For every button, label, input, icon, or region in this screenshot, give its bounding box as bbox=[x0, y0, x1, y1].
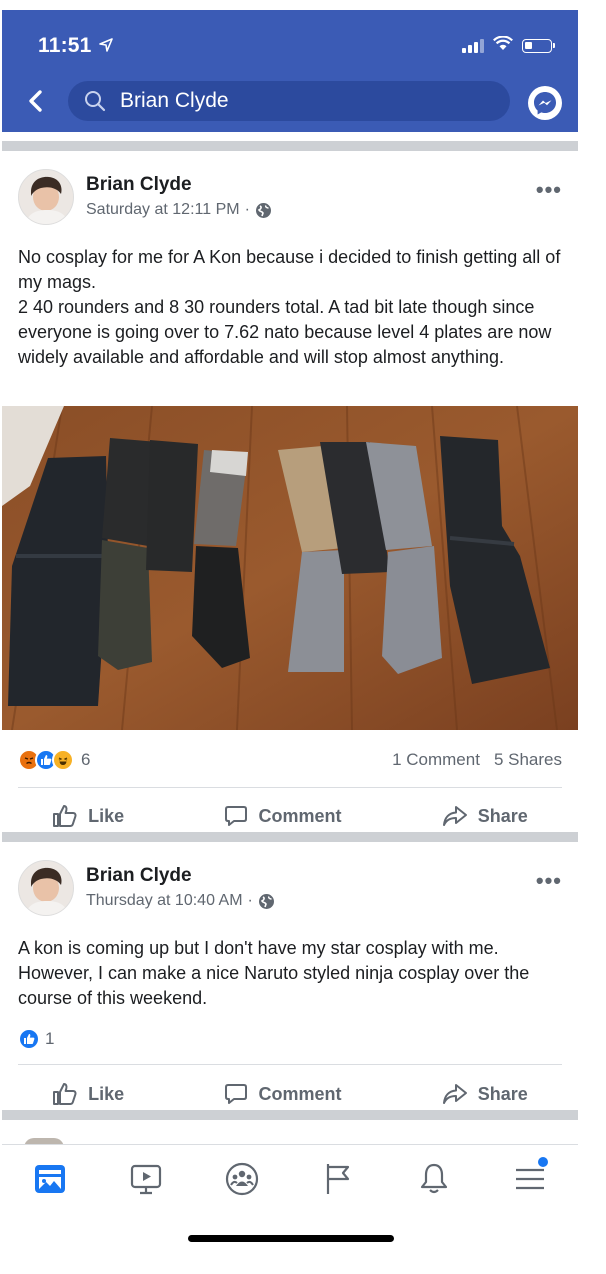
notifications-bell-icon bbox=[420, 1163, 448, 1194]
top-bar: 11:51 Brian Clyde bbox=[2, 10, 578, 132]
share-count-link[interactable]: 5 Shares bbox=[494, 750, 562, 770]
comment-label: Comment bbox=[258, 805, 342, 826]
tab-notifications[interactable] bbox=[410, 1155, 458, 1203]
reaction-icons: 1 bbox=[18, 1028, 54, 1050]
tab-news-feed[interactable] bbox=[26, 1155, 74, 1203]
comment-icon bbox=[225, 806, 248, 826]
reaction-count: 6 bbox=[81, 750, 91, 769]
feed-divider bbox=[2, 141, 578, 151]
engagement-counts: 1 Comment 5 Shares bbox=[392, 750, 562, 770]
tab-menu[interactable] bbox=[506, 1155, 554, 1203]
post-timestamp[interactable]: Thursday at 10:40 AM bbox=[86, 892, 243, 910]
location-arrow-icon bbox=[95, 38, 113, 56]
like-reaction-icon bbox=[18, 1028, 40, 1050]
like-label: Like bbox=[88, 1083, 125, 1104]
post-card: Brian Clyde Saturday at 12:11 PM · ••• N… bbox=[2, 151, 578, 832]
like-button[interactable]: Like bbox=[52, 804, 124, 828]
clock-text: 11:51 bbox=[38, 34, 92, 57]
magazines-and-pouches-photo bbox=[2, 406, 578, 730]
post-options-button[interactable]: ••• bbox=[536, 868, 562, 894]
globe-icon bbox=[255, 202, 271, 218]
pages-flag-icon bbox=[326, 1164, 350, 1194]
share-button[interactable]: Share bbox=[442, 1082, 528, 1106]
tab-pages[interactable] bbox=[314, 1155, 362, 1203]
cell-signal-icon bbox=[462, 39, 484, 53]
post-meta: Thursday at 10:40 AM · bbox=[86, 892, 275, 910]
post-separator bbox=[18, 787, 562, 788]
app-screen: 11:51 Brian Clyde Brian Clyde Saturday a… bbox=[2, 10, 578, 1274]
home-indicator[interactable] bbox=[188, 1235, 394, 1242]
thumbs-up-icon bbox=[53, 1083, 77, 1105]
feed-divider bbox=[2, 832, 578, 842]
post-body: A kon is coming up but I don't have my s… bbox=[18, 936, 564, 1011]
post-photo[interactable] bbox=[2, 406, 578, 730]
share-button[interactable]: Share bbox=[442, 804, 528, 828]
tab-watch[interactable] bbox=[122, 1155, 170, 1203]
share-arrow-icon bbox=[442, 1084, 467, 1104]
avatar[interactable] bbox=[18, 860, 74, 916]
reaction-count: 1 bbox=[45, 1029, 55, 1048]
post-author[interactable]: Brian Clyde bbox=[86, 865, 192, 887]
comment-label: Comment bbox=[258, 1083, 342, 1104]
status-time: 11:51 bbox=[38, 34, 113, 58]
back-button[interactable] bbox=[20, 86, 50, 116]
search-input[interactable]: Brian Clyde bbox=[68, 81, 510, 121]
reactions-summary[interactable]: 1 bbox=[18, 1024, 562, 1054]
meta-separator: · bbox=[247, 892, 253, 909]
post-timestamp[interactable]: Saturday at 12:11 PM bbox=[86, 201, 240, 219]
avatar[interactable] bbox=[18, 169, 74, 225]
reaction-icons: 6 bbox=[18, 749, 90, 771]
post-separator bbox=[18, 1064, 562, 1065]
menu-icon bbox=[516, 1168, 544, 1190]
post-options-button[interactable]: ••• bbox=[536, 177, 562, 203]
chevron-left-icon bbox=[29, 90, 42, 112]
comment-button[interactable]: Comment bbox=[224, 1082, 341, 1106]
like-label: Like bbox=[88, 805, 125, 826]
share-arrow-icon bbox=[442, 806, 467, 826]
wifi-icon bbox=[493, 35, 513, 56]
haha-reaction-icon bbox=[52, 749, 74, 771]
news-feed-icon bbox=[35, 1165, 65, 1193]
messenger-button[interactable] bbox=[528, 86, 562, 120]
share-label: Share bbox=[477, 805, 528, 826]
watch-icon bbox=[130, 1164, 162, 1195]
like-button[interactable]: Like bbox=[52, 1082, 124, 1106]
messenger-icon bbox=[534, 92, 556, 115]
search-query-text: Brian Clyde bbox=[120, 89, 229, 112]
bottom-tab-bar bbox=[2, 1144, 578, 1274]
comment-count-link[interactable]: 1 Comment bbox=[392, 750, 480, 770]
post-body-text: A kon is coming up but I don't have my s… bbox=[18, 938, 535, 1008]
post-meta: Saturday at 12:11 PM · bbox=[86, 201, 272, 219]
feed-divider bbox=[2, 1110, 578, 1120]
post-body: No cosplay for me for A Kon because i de… bbox=[18, 245, 564, 370]
post-author[interactable]: Brian Clyde bbox=[86, 174, 192, 196]
tab-list bbox=[2, 1155, 578, 1203]
meta-separator: · bbox=[244, 201, 250, 218]
reactions-summary[interactable]: 6 1 Comment 5 Shares bbox=[18, 745, 562, 775]
comment-button[interactable]: Comment bbox=[224, 804, 341, 828]
tab-groups[interactable] bbox=[218, 1155, 266, 1203]
status-icons bbox=[462, 35, 555, 56]
post-body-text: No cosplay for me for A Kon because i de… bbox=[18, 247, 561, 367]
post-card: Brian Clyde Thursday at 10:40 AM · ••• A… bbox=[2, 842, 578, 1110]
menu-notification-dot bbox=[538, 1157, 548, 1167]
battery-icon bbox=[522, 39, 555, 53]
share-label: Share bbox=[477, 1083, 528, 1104]
thumbs-up-icon bbox=[53, 805, 77, 827]
globe-icon bbox=[258, 893, 274, 909]
comment-icon bbox=[225, 1084, 248, 1104]
groups-icon bbox=[225, 1162, 259, 1196]
search-icon bbox=[85, 91, 106, 112]
